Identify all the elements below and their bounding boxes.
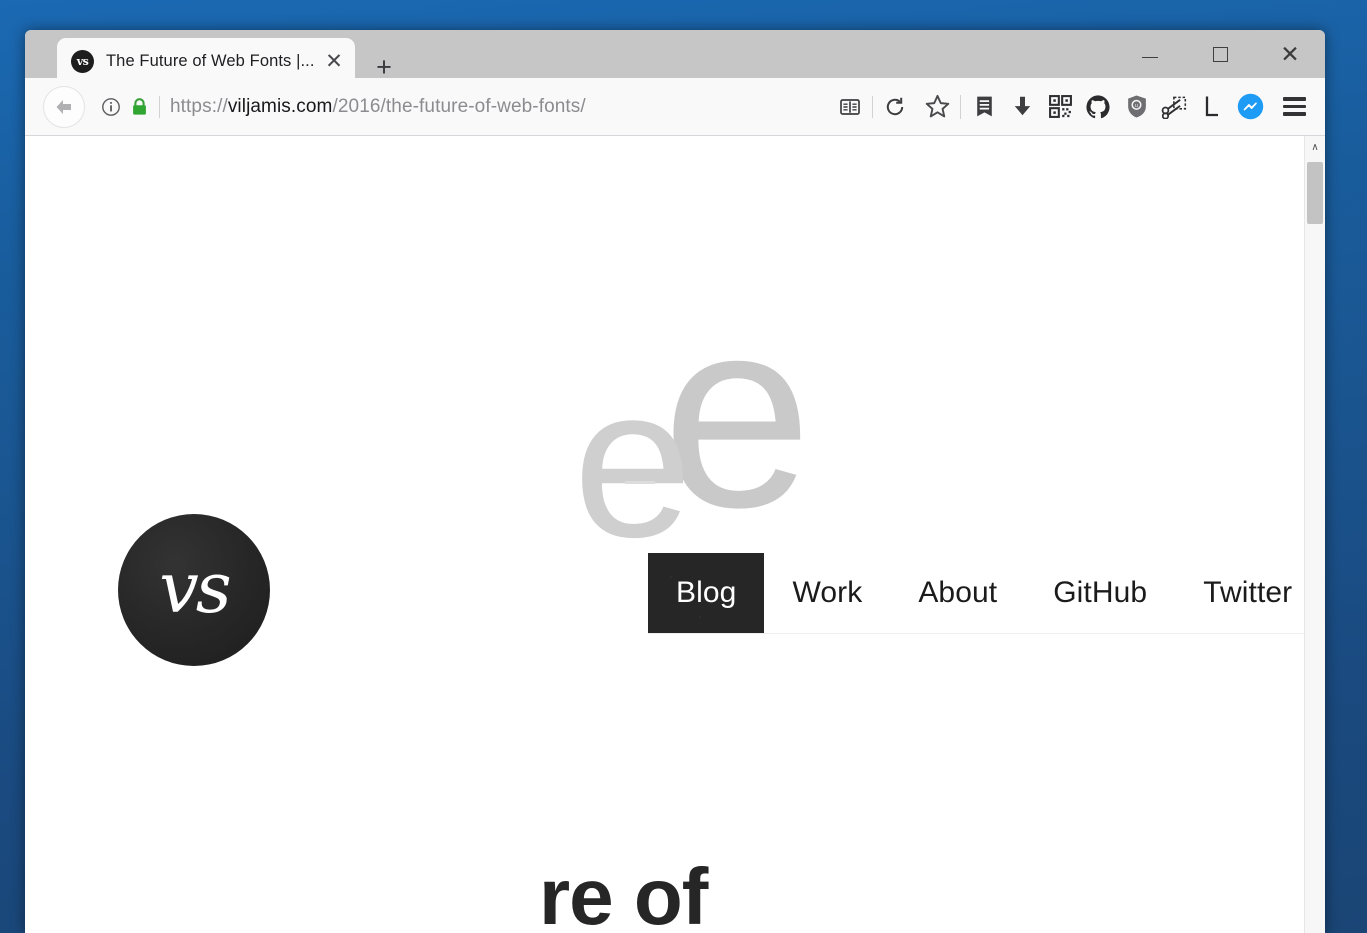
- browser-window: vs The Future of Web Fonts |... ✕ + ✕ ht…: [25, 30, 1325, 933]
- page-viewport: e e vs Blog Work About GitHub Twitter re…: [25, 136, 1325, 933]
- web-page-content: e e vs Blog Work About GitHub Twitter re…: [25, 136, 1304, 933]
- url-bar-actions: [833, 90, 912, 124]
- site-favicon-icon: vs: [71, 49, 94, 73]
- desktop-background: vs The Future of Web Fonts |... ✕ + ✕ ht…: [0, 0, 1367, 933]
- secure-lock-icon[interactable]: [125, 97, 153, 117]
- close-icon[interactable]: ✕: [319, 46, 349, 76]
- site-logo-monogram: vs: [159, 547, 231, 629]
- tab-strip: vs The Future of Web Fonts |... ✕ + ✕: [25, 30, 1325, 84]
- scroll-up-arrow-icon[interactable]: ∧: [1305, 136, 1325, 158]
- messenger-icon[interactable]: [1231, 87, 1269, 127]
- hamburger-menu-icon[interactable]: [1273, 87, 1315, 127]
- github-icon[interactable]: [1079, 87, 1117, 127]
- site-logo[interactable]: vs: [118, 514, 270, 666]
- library-icon[interactable]: [965, 87, 1003, 127]
- url-bar[interactable]: https://viljamis.com/2016/the-future-of-…: [97, 87, 912, 127]
- article-title: re of ts: [539, 848, 708, 933]
- browser-toolbar: https://viljamis.com/2016/the-future-of-…: [25, 78, 1325, 136]
- url-path: /2016/the-future-of-web-fonts/: [332, 95, 586, 117]
- page-scrollbar[interactable]: ∧: [1304, 136, 1325, 933]
- nav-item-work[interactable]: Work: [764, 553, 890, 633]
- url-scheme: https://: [170, 95, 228, 117]
- nav-item-twitter[interactable]: Twitter: [1175, 553, 1304, 633]
- nav-item-blog[interactable]: Blog: [648, 553, 765, 633]
- toolbar-divider: [872, 95, 873, 118]
- article-title-line-1: re of: [539, 851, 708, 933]
- minimize-icon[interactable]: [1115, 30, 1185, 78]
- maximize-icon[interactable]: [1185, 30, 1255, 78]
- extension-toolbar: u: [918, 87, 1269, 127]
- reader-view-icon[interactable]: [833, 90, 867, 124]
- download-arrow-icon[interactable]: [1003, 87, 1041, 127]
- decorative-letter-small: e: [573, 341, 693, 582]
- tab-title: The Future of Web Fonts |...: [106, 51, 315, 70]
- back-arrow-icon[interactable]: [43, 85, 85, 128]
- toolbar-divider: [960, 94, 961, 119]
- page-info-icon[interactable]: [97, 97, 125, 117]
- url-host: viljamis.com: [227, 95, 333, 117]
- ublock-shield-icon[interactable]: u: [1117, 87, 1155, 127]
- scissors-clip-icon[interactable]: [1155, 87, 1193, 127]
- bookmark-star-icon[interactable]: [918, 87, 956, 127]
- reload-icon[interactable]: [878, 90, 912, 124]
- scrollbar-thumb[interactable]: [1307, 162, 1323, 224]
- decorative-letter-large: e: [662, 263, 813, 564]
- decorative-dash: [625, 481, 655, 484]
- svg-text:u: u: [1134, 103, 1137, 109]
- nav-item-github[interactable]: GitHub: [1025, 553, 1175, 633]
- nav-item-about[interactable]: About: [890, 553, 1025, 633]
- window-controls: ✕: [1115, 30, 1325, 78]
- url-divider: [159, 95, 160, 118]
- letter-l-icon[interactable]: [1193, 87, 1231, 127]
- window-close-icon[interactable]: ✕: [1255, 30, 1325, 78]
- qr-code-icon[interactable]: [1041, 87, 1079, 127]
- url-text: https://viljamis.com/2016/the-future-of-…: [170, 96, 833, 118]
- site-navigation: Blog Work About GitHub Twitter: [648, 553, 1304, 634]
